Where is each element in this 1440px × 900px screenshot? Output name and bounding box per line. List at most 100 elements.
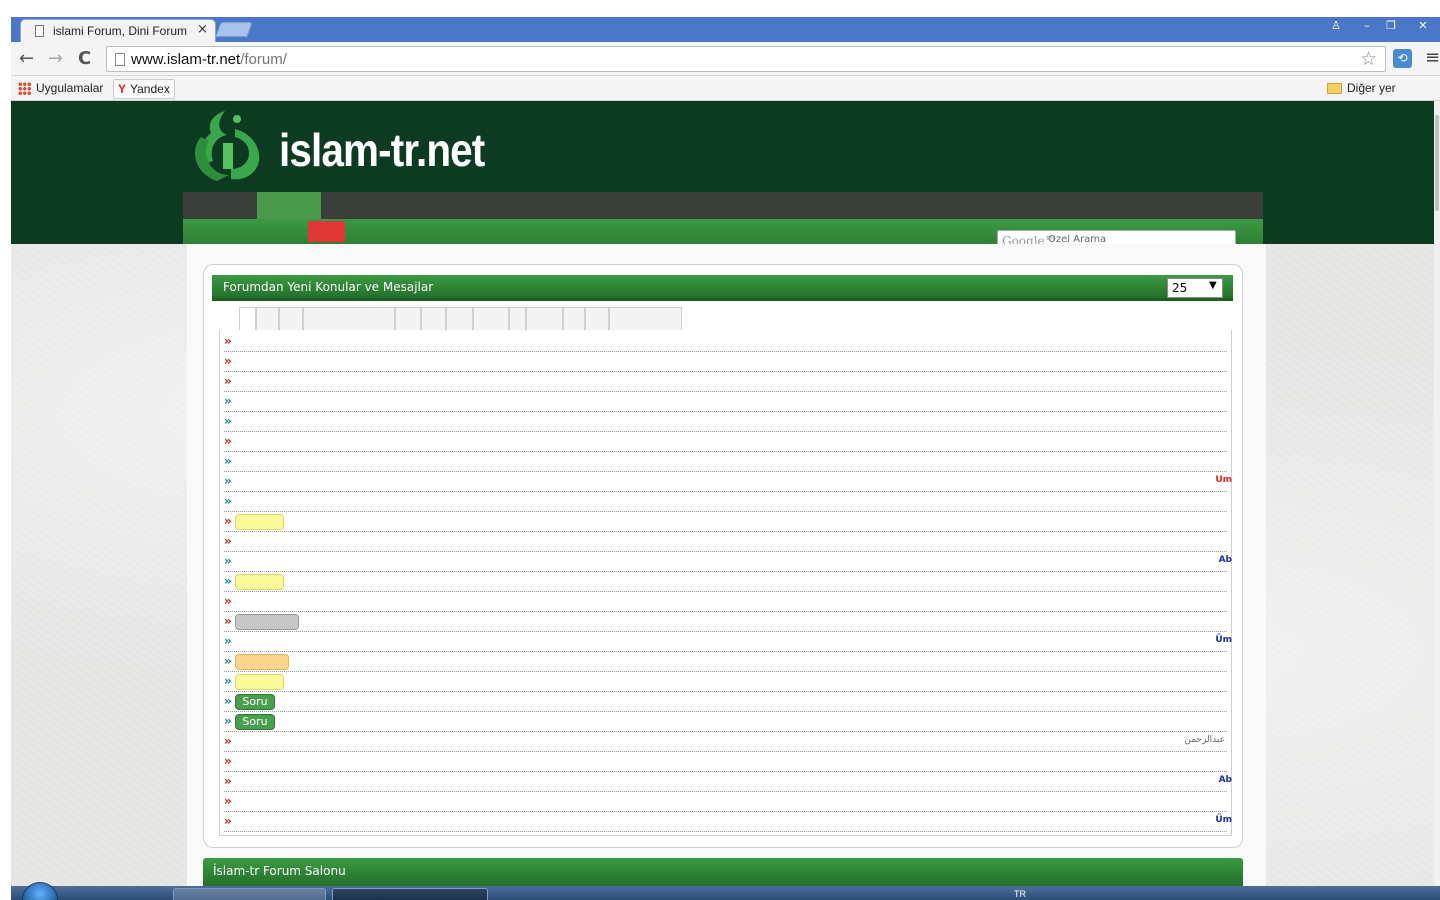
double-chevron-icon: »	[224, 534, 232, 548]
topic-prefix-badge[interactable]	[235, 574, 284, 590]
topic-prefix-badge[interactable]	[235, 654, 289, 670]
list-item[interactable]: »	[224, 752, 1227, 772]
last-poster[interactable]: Üm	[1215, 815, 1232, 825]
list-item[interactable]: » Üm	[224, 632, 1232, 652]
list-item[interactable]: » Soru	[224, 712, 1227, 732]
page-viewport: islam-tr.net Google™ Forumdan Yeni Konul…	[11, 101, 1434, 886]
bookmark-other[interactable]: Diğer yer işaretleri	[1327, 79, 1440, 113]
topic-prefix-badge[interactable]	[235, 614, 299, 630]
last-poster[interactable]: Ab	[1219, 775, 1232, 785]
close-window-button[interactable]: ✕	[1410, 18, 1436, 34]
chrome-menu-icon[interactable]: ≡	[1425, 47, 1440, 68]
panel-tab[interactable]	[279, 307, 303, 330]
language-indicator[interactable]: TR	[1014, 889, 1026, 899]
bookmark-apps[interactable]: Uygulamalar	[18, 79, 103, 99]
last-poster[interactable]: Um	[1215, 475, 1232, 485]
topic-prefix-badge[interactable]: Soru	[235, 714, 275, 730]
folder-icon	[1327, 83, 1342, 95]
topic-prefix-badge[interactable]	[235, 674, 284, 690]
back-button[interactable]: ←	[19, 48, 34, 69]
address-bar[interactable]: www.islam-tr.net/forum/ ☆	[106, 46, 1386, 72]
double-chevron-icon: »	[224, 394, 232, 408]
double-chevron-icon: »	[224, 634, 232, 648]
list-item[interactable]: »	[224, 612, 1227, 632]
list-item[interactable]: »	[224, 372, 1227, 392]
double-chevron-icon: »	[224, 334, 232, 348]
list-item[interactable]: »	[224, 572, 1227, 592]
panel-tab[interactable]	[446, 307, 473, 330]
list-item[interactable]: »	[224, 412, 1227, 432]
latest-posts-header: Forumdan Yeni Konular ve Mesajlar 25 ▼	[212, 275, 1233, 301]
panel-tab[interactable]	[585, 307, 609, 330]
bookmark-star-icon[interactable]: ☆	[1360, 48, 1377, 70]
last-poster[interactable]: Üm	[1215, 635, 1232, 645]
panel-tab[interactable]	[303, 307, 395, 330]
subnav-red-button[interactable]	[308, 221, 345, 242]
panel-tab[interactable]	[563, 307, 585, 330]
list-item[interactable]: »	[224, 672, 1227, 692]
extension-icon[interactable]: ⟲	[1393, 49, 1412, 68]
last-poster[interactable]: Ab	[1219, 555, 1232, 565]
topic-prefix-badge[interactable]	[235, 514, 284, 530]
url-text: www.islam-tr.net/forum/	[131, 51, 287, 68]
panel-tab[interactable]	[239, 307, 256, 331]
new-tab-button[interactable]	[215, 22, 253, 37]
minimize-button[interactable]: –	[1354, 18, 1380, 34]
double-chevron-icon: »	[224, 554, 232, 568]
panel-tab[interactable]	[421, 307, 446, 330]
double-chevron-icon: »	[224, 574, 232, 588]
panel-tab[interactable]	[256, 307, 279, 330]
site-brand[interactable]: islam-tr.net	[279, 123, 485, 177]
list-item[interactable]: »	[224, 792, 1227, 812]
list-item[interactable]: »	[224, 332, 1227, 352]
last-poster[interactable]: عبدالرحمن	[1184, 735, 1225, 745]
maximize-button[interactable]: ❐	[1378, 18, 1404, 34]
list-item[interactable]: »	[224, 432, 1227, 452]
page-scrollbar[interactable]	[1434, 101, 1440, 886]
list-item[interactable]: »	[224, 352, 1227, 372]
topic-prefix-badge[interactable]: Soru	[235, 694, 275, 710]
list-item[interactable]: » Um	[224, 472, 1232, 492]
list-item[interactable]: »	[224, 492, 1227, 512]
list-item[interactable]: »	[224, 392, 1227, 412]
list-item[interactable]: » Ab	[224, 772, 1232, 792]
page-icon	[35, 25, 44, 37]
bookmark-yandex[interactable]: Y Yandex	[113, 79, 175, 99]
list-item[interactable]: »	[224, 452, 1227, 472]
panel-tab[interactable]	[609, 307, 682, 330]
list-item[interactable]: »	[224, 592, 1227, 612]
panel-tab[interactable]	[509, 307, 526, 330]
list-item[interactable]: » Soru	[224, 692, 1227, 712]
user-icon[interactable]: ♙	[1323, 18, 1349, 34]
forward-button[interactable]: →	[48, 48, 63, 69]
list-item[interactable]: »	[224, 512, 1227, 532]
bookmark-apps-label: Uygulamalar	[36, 81, 104, 95]
list-item[interactable]: » Ab	[224, 552, 1232, 572]
list-item[interactable]: » عبدالرحمن	[224, 732, 1227, 752]
list-item[interactable]: » Üm	[224, 812, 1232, 832]
double-chevron-icon: »	[224, 454, 232, 468]
scrollbar-thumb[interactable]	[1435, 115, 1439, 211]
browser-tab-active[interactable]: islami Forum, Dini Forum, ×	[20, 19, 216, 42]
section-title[interactable]: İslam-tr Forum Salonu	[213, 864, 346, 878]
double-chevron-icon: »	[224, 714, 232, 728]
list-item[interactable]: »	[224, 652, 1227, 672]
taskbar-item-active[interactable]	[332, 888, 488, 900]
double-chevron-icon: »	[224, 794, 232, 808]
taskbar-item[interactable]	[173, 888, 326, 900]
site-logo-icon[interactable]	[187, 107, 267, 187]
panel-tab[interactable]	[473, 307, 509, 330]
panel-tab[interactable]	[526, 307, 563, 330]
per-page-select[interactable]: 25	[1167, 278, 1223, 298]
nav-item-active[interactable]	[257, 192, 321, 219]
double-chevron-icon: »	[224, 734, 232, 748]
double-chevron-icon: »	[224, 754, 232, 768]
double-chevron-icon: »	[224, 514, 232, 528]
reload-button[interactable]: C	[78, 48, 91, 69]
list-item[interactable]: »	[224, 532, 1227, 552]
panel-tab[interactable]	[395, 307, 421, 330]
forum-section-header: İslam-tr Forum Salonu	[203, 858, 1243, 886]
tab-close-icon[interactable]: ×	[197, 22, 208, 37]
double-chevron-icon: »	[224, 594, 232, 608]
bookmark-yandex-label: Yandex	[130, 82, 170, 96]
